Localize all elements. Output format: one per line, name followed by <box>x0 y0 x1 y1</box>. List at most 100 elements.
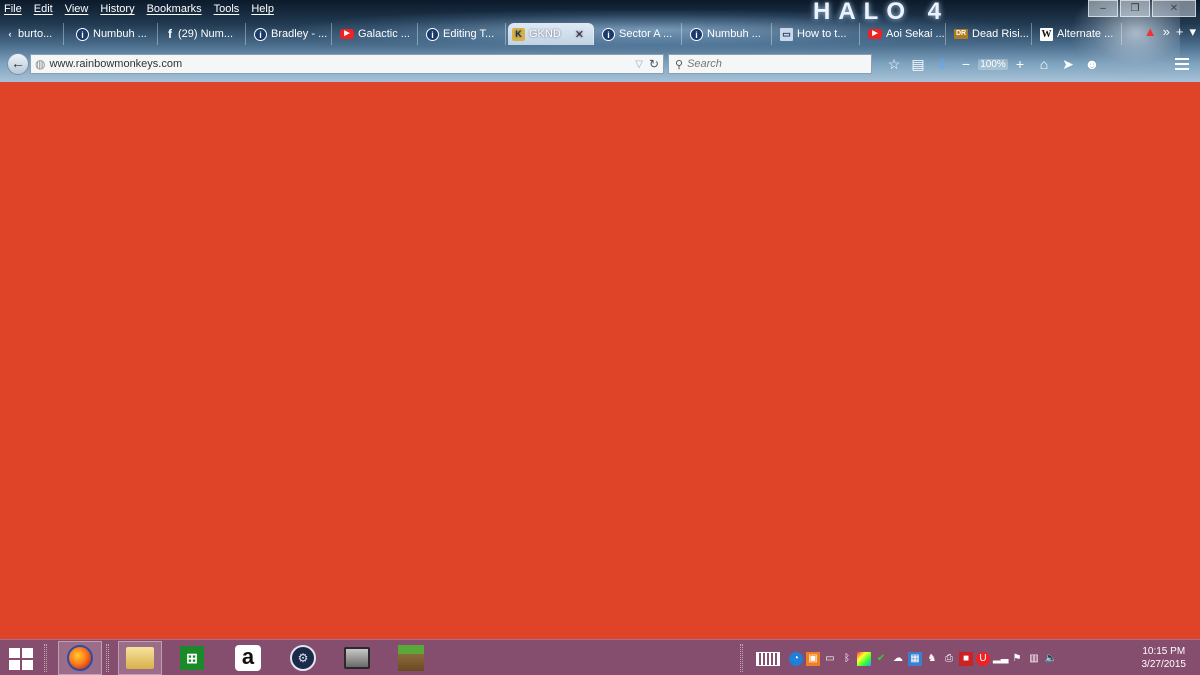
taskbar-window[interactable] <box>335 641 379 675</box>
touch-keyboard-icon[interactable] <box>756 652 780 666</box>
maximize-button[interactable]: ❐ <box>1120 0 1150 17</box>
zoom-out-icon[interactable]: − <box>954 56 978 72</box>
menu-view[interactable]: View <box>65 2 89 18</box>
taskbar-grip <box>44 644 47 672</box>
tab-label: How to t... <box>797 28 847 40</box>
back-arrow-icon: ← <box>11 55 25 71</box>
menu-edit[interactable]: Edit <box>34 2 53 18</box>
url-history-dropdown-icon[interactable]: ▽ <box>635 59 643 70</box>
tray-app-icon[interactable] <box>857 652 871 666</box>
tray-app-icon[interactable]: ▭ <box>823 652 837 666</box>
tab-editing[interactable]: i Editing T... <box>422 23 506 45</box>
reload-icon[interactable]: ↻ <box>649 57 659 71</box>
warning-icon[interactable]: ▲ <box>1144 24 1157 40</box>
tab-label: Sector A ... <box>619 28 673 40</box>
taskbar-steam[interactable]: ⚙ <box>281 641 325 675</box>
url-bar[interactable]: ◍ www.rainbowmonkeys.com ▽ ↻ <box>30 54 664 74</box>
tray-app-icon[interactable]: ◔ <box>789 652 803 666</box>
store-icon: ⊞ <box>180 646 204 670</box>
search-input[interactable] <box>687 58 858 70</box>
bluetooth-icon[interactable]: ᛒ <box>840 652 854 666</box>
tab-numbuh-1[interactable]: i Numbuh ... <box>72 23 158 45</box>
tray-app-icon[interactable]: U <box>976 652 990 666</box>
onedrive-icon[interactable]: ☁ <box>891 652 905 666</box>
tray-app-icon[interactable]: ⎙ <box>942 652 956 666</box>
menubar: File Edit View History Bookmarks Tools H… <box>4 2 274 18</box>
tab-label: Editing T... <box>443 28 495 40</box>
tab-close-icon[interactable]: ✕ <box>575 28 584 41</box>
tab-sector-a[interactable]: i Sector A ... <box>598 23 682 45</box>
hamburger-menu-button[interactable] <box>1170 54 1194 74</box>
tab-burto[interactable]: ‹ burto... <box>2 23 64 45</box>
taskbar-firefox[interactable] <box>58 641 102 675</box>
tab-aoi-sekai[interactable]: ▶ Aoi Sekai ... <box>864 23 946 45</box>
navigation-bar: ← ◍ www.rainbowmonkeys.com ▽ ↻ ⚲ ☆ ▤ ⇩ −… <box>0 52 1200 76</box>
network-icon[interactable]: ▥ <box>1027 652 1041 666</box>
menu-history[interactable]: History <box>100 2 134 18</box>
tab-label: Galactic ... <box>358 28 410 40</box>
taskbar-minecraft[interactable] <box>389 641 433 675</box>
new-tab-icon[interactable]: + <box>1176 24 1184 40</box>
start-pane <box>22 660 33 670</box>
wikipedia-icon: W <box>1040 27 1053 41</box>
window-icon <box>344 647 370 669</box>
wikia-icon: i <box>254 27 267 41</box>
browser-chrome: File Edit View History Bookmarks Tools H… <box>0 0 1200 82</box>
wikia-icon: i <box>602 27 615 41</box>
windows-start-icon[interactable] <box>9 648 33 670</box>
search-icon: ⚲ <box>675 58 684 71</box>
wikia-icon: i <box>426 27 439 41</box>
tray-app-icon[interactable]: ▦ <box>908 652 922 666</box>
menu-tools[interactable]: Tools <box>214 2 240 18</box>
close-button[interactable]: ✕ <box>1152 0 1196 17</box>
menu-line <box>1175 68 1189 70</box>
search-bar[interactable]: ⚲ <box>668 54 872 74</box>
chat-icon[interactable]: ☻ <box>1080 56 1104 72</box>
dead-rising-icon: DR <box>954 29 968 39</box>
taskbar-amazon[interactable]: a <box>226 641 270 675</box>
tab-galactic[interactable]: ▶ Galactic ... <box>336 23 418 45</box>
tray-app-icon[interactable]: ■ <box>959 652 973 666</box>
url-text[interactable]: www.rainbowmonkeys.com <box>49 58 635 70</box>
system-clock[interactable]: 10:15 PM 3/27/2015 <box>1142 645 1187 671</box>
tab-alternate[interactable]: W Alternate ... <box>1036 23 1122 45</box>
tab-label: GKND <box>529 28 561 40</box>
start-pane <box>9 660 20 670</box>
start-pane <box>22 648 33 658</box>
volume-icon[interactable]: 🔈 <box>1044 652 1058 666</box>
reading-list-icon[interactable]: ▤ <box>906 56 930 73</box>
taskbar-store[interactable]: ⊞ <box>170 641 214 675</box>
tab-numbuh-2[interactable]: i Numbuh ... <box>686 23 772 45</box>
zoom-level[interactable]: 100% <box>978 58 1008 70</box>
tab-label: Numbuh ... <box>93 28 147 40</box>
menu-bookmarks[interactable]: Bookmarks <box>147 2 202 18</box>
tab-bradley[interactable]: i Bradley - ... <box>250 23 332 45</box>
tab-dead-rising[interactable]: DR Dead Risi... <box>950 23 1032 45</box>
signal-icon[interactable]: ▂▃ <box>993 652 1008 666</box>
taskbar-file-explorer[interactable] <box>118 641 162 675</box>
taskbar: ⊞ a ⚙ ◔ ▣ ▭ ᛒ ✔ ☁ ▦ ♞ ⎙ ■ U ▂▃ ⚑ ▥ 🔈 10:… <box>0 639 1200 675</box>
home-icon[interactable]: ⌂ <box>1032 56 1056 72</box>
tray-app-icon[interactable]: ✔ <box>874 652 888 666</box>
tray-app-icon[interactable]: ▣ <box>806 652 820 666</box>
tab-gknd[interactable]: K GKND ✕ <box>508 23 594 45</box>
minimize-button[interactable]: – <box>1088 0 1118 17</box>
send-icon[interactable]: ➤ <box>1056 56 1080 73</box>
list-all-tabs-icon[interactable]: ▾ <box>1189 24 1196 40</box>
back-button[interactable]: ← <box>7 53 29 75</box>
tray-app-icon[interactable]: ♞ <box>925 652 939 666</box>
minecraft-icon <box>398 645 424 671</box>
menu-line <box>1175 58 1189 60</box>
toolbar-icons: ☆ ▤ ⇩ − 100% + ⌂ ➤ ☻ <box>882 54 1104 74</box>
youtube-icon: ▶ <box>868 29 882 39</box>
zoom-in-icon[interactable]: + <box>1008 56 1032 72</box>
menu-help[interactable]: Help <box>251 2 274 18</box>
downloads-icon[interactable]: ⇩ <box>930 56 954 73</box>
file-explorer-icon <box>126 647 154 669</box>
tab-how-to[interactable]: ▭ How to t... <box>776 23 860 45</box>
tab-scroll-right-icon[interactable]: » <box>1163 24 1170 40</box>
menu-file[interactable]: File <box>4 2 22 18</box>
bookmark-star-icon[interactable]: ☆ <box>882 56 906 73</box>
tab-facebook[interactable]: f (29) Num... <box>162 23 246 45</box>
action-center-flag-icon[interactable]: ⚑ <box>1010 652 1024 666</box>
